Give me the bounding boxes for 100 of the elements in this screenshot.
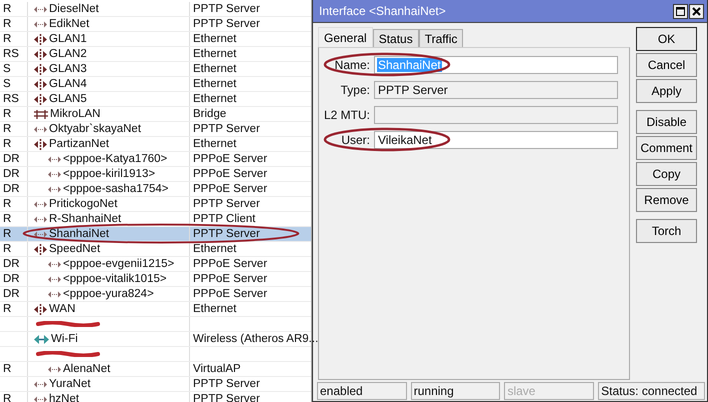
comment-row[interactable] — [0, 317, 311, 332]
flags-text: DR — [3, 258, 20, 270]
tunnel-icon — [48, 170, 61, 178]
interface-name: SpeedNet — [49, 242, 100, 256]
interface-row[interactable]: DR <pppoe-kiril1913> PPPoE Server — [0, 167, 311, 182]
interface-row[interactable]: R AlenaNet VirtualAP — [0, 362, 311, 377]
tunnel-icon — [34, 380, 47, 388]
interface-name: GLAN5 — [49, 92, 87, 106]
interface-row[interactable]: R DieselNet PPTP Server — [0, 2, 311, 17]
status-cell: running — [410, 382, 500, 400]
interface-row[interactable]: R SpeedNet Ethernet — [0, 242, 311, 257]
interface-type: Ethernet — [193, 78, 236, 90]
interface-name: <pppoe-vitalik1015> — [63, 272, 167, 286]
tunnel-icon — [48, 364, 61, 374]
dialog-button[interactable]: Apply — [636, 79, 697, 103]
interface-row[interactable]: R hzNet PPTP Server — [0, 392, 311, 402]
interface-type: PPTP Server — [193, 393, 260, 402]
interface-name: <pppoe-evgenii1215> — [63, 257, 174, 271]
interface-row[interactable]: DR <pppoe-sasha1754> PPPoE Server — [0, 182, 311, 197]
interface-row[interactable]: R Oktyabr`skayaNet PPTP Server — [0, 122, 311, 137]
tunnel-icon — [34, 124, 47, 134]
field-value: VileikaNet — [377, 132, 433, 146]
flags-text: R — [3, 228, 12, 240]
maximize-button[interactable] — [673, 4, 688, 18]
interface-type: PPPoE Server — [193, 183, 268, 195]
interface-type: PPTP Server — [193, 18, 260, 30]
tab[interactable]: Status — [372, 29, 419, 47]
tab[interactable]: Traffic — [418, 29, 464, 47]
flags-text: DR — [3, 183, 20, 195]
redaction-scribble — [36, 321, 100, 327]
interface-row[interactable]: DR <pppoe-vitalik1015> PPPoE Server — [0, 272, 311, 287]
dialog-button[interactable]: Cancel — [636, 53, 697, 77]
flags-text: RS — [3, 93, 19, 105]
interface-name: <pppoe-kiril1913> — [63, 167, 156, 181]
redaction-scribble — [36, 351, 100, 357]
tab[interactable]: General — [318, 27, 373, 47]
interface-name: <pppoe-Katya1760> — [63, 152, 168, 166]
dialog-button[interactable]: Torch — [636, 219, 697, 243]
interface-row[interactable]: RS GLAN2 Ethernet — [0, 47, 311, 62]
flags-text: R — [3, 123, 12, 135]
tunnel-icon — [48, 290, 61, 298]
interface-type: PPTP Server — [193, 123, 260, 135]
interface-name: PartizanNet — [49, 137, 110, 151]
interface-name: PritickogoNet — [49, 197, 118, 211]
interface-name: YuraNet — [49, 377, 91, 391]
interface-type: Ethernet — [193, 33, 236, 45]
interface-row[interactable]: S GLAN3 Ethernet — [0, 62, 311, 77]
tunnel-icon — [34, 4, 47, 14]
close-button[interactable] — [689, 4, 704, 18]
interface-row[interactable]: DR <pppoe-Katya1760> PPPoE Server — [0, 152, 311, 167]
interface-row[interactable]: R PartizanNet Ethernet — [0, 137, 311, 152]
flags-text: R — [3, 393, 12, 402]
dialog-button[interactable]: OK — [636, 27, 697, 51]
interface-row[interactable]: R MikroLAN Bridge — [0, 107, 311, 122]
comment-row[interactable] — [0, 347, 311, 362]
dialog-button[interactable]: Copy — [636, 162, 697, 186]
interface-name: GLAN1 — [49, 32, 87, 46]
interface-name: DieselNet — [49, 2, 99, 16]
flags-text: RS — [3, 48, 19, 60]
interface-name: Oktyabr`skayaNet — [49, 122, 142, 136]
flags-text: R — [3, 198, 12, 210]
interface-name: GLAN4 — [49, 77, 87, 91]
interface-row[interactable]: R GLAN1 Ethernet — [0, 32, 311, 47]
ethernet-icon — [34, 244, 47, 254]
interface-type: Ethernet — [193, 303, 236, 315]
flags-text: R — [3, 243, 12, 255]
flags-text: DR — [3, 288, 20, 300]
interface-type: PPTP Server — [193, 198, 260, 210]
interface-type: PPPoE Server — [193, 288, 268, 300]
ethernet-icon — [34, 48, 47, 60]
flags-text: R — [3, 3, 12, 15]
ethernet-icon — [34, 64, 47, 74]
interface-row[interactable]: RS GLAN5 Ethernet — [0, 92, 311, 107]
dialog-button[interactable]: Comment — [636, 136, 697, 160]
interface-row[interactable]: R EdikNet PPTP Server — [0, 17, 311, 32]
flags-text: R — [3, 213, 12, 225]
interface-type: PPPoE Server — [193, 258, 268, 270]
interface-type: PPTP Server — [193, 378, 260, 390]
ethernet-icon — [34, 138, 47, 150]
interface-row[interactable]: R PritickogoNet PPTP Server — [0, 197, 311, 212]
interface-row[interactable]: DR <pppoe-yura824> PPPoE Server — [0, 287, 311, 302]
dialog-button[interactable]: Disable — [636, 110, 697, 134]
interface-type: PPPoE Server — [193, 273, 268, 285]
interface-name: EdikNet — [49, 17, 90, 31]
flags-text: DR — [3, 273, 20, 285]
interface-row[interactable]: S GLAN4 Ethernet — [0, 77, 311, 92]
input-field[interactable]: VileikaNet — [374, 130, 618, 148]
interface-type: PPPoE Server — [193, 168, 268, 180]
interface-name: GLAN2 — [49, 47, 87, 61]
dialog-button[interactable]: Remove — [636, 188, 697, 212]
tunnel-icon — [34, 394, 47, 402]
interface-row[interactable]: YuraNet PPTP Server — [0, 377, 311, 392]
tunnel-icon — [48, 184, 61, 194]
flags-text: R — [3, 138, 12, 150]
flags-text: R — [3, 108, 12, 120]
interface-type: Ethernet — [193, 63, 236, 75]
interface-row[interactable]: R WAN Ethernet — [0, 302, 311, 317]
interface-row[interactable]: DR <pppoe-evgenii1215> PPPoE Server — [0, 257, 311, 272]
ethernet-icon — [34, 94, 47, 104]
field-value: ShanhaiNet — [377, 58, 442, 72]
